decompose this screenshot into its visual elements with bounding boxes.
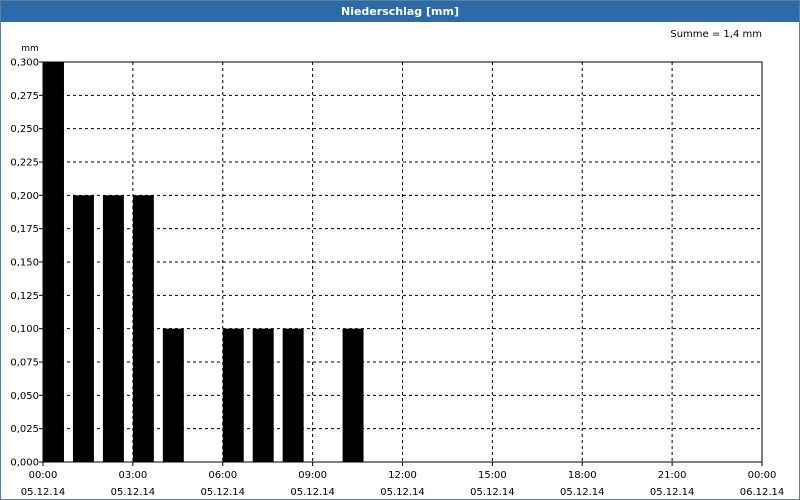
y-tick-label: 0,225 — [10, 158, 39, 169]
y-tick-label: 0,075 — [10, 358, 39, 369]
precipitation-bar — [102, 195, 124, 463]
y-tick-labels: 0,000 0,025 0,050 0,075 0,100 0,125 0,150 0,175… — [10, 58, 39, 469]
precipitation-bar — [252, 328, 274, 462]
x-tick-time: 00:00 — [29, 470, 58, 481]
y-tick-label: 0,200 — [10, 191, 39, 202]
precipitation-bar — [222, 328, 244, 462]
x-tick-time: 06:00 — [208, 470, 237, 481]
x-tick-date: 05.12.14 — [111, 487, 156, 498]
y-axis-unit: mm — [21, 44, 39, 54]
x-tick-time: 18:00 — [568, 470, 597, 481]
precipitation-chart: Summe = 1,4 mm mm 0,0000,0250,0500,0750,… — [10, 29, 785, 498]
y-tick-label: 0,275 — [10, 91, 39, 102]
x-tick-time: 03:00 — [118, 470, 147, 481]
y-tick-label: 0,100 — [10, 324, 39, 335]
precipitation-bar — [162, 328, 184, 462]
x-tick-time: 21:00 — [658, 470, 687, 481]
x-tick-time: 00:00 — [748, 470, 777, 481]
x-tick-date: 05.12.14 — [560, 487, 605, 498]
y-tick-label: 0,250 — [10, 124, 39, 135]
x-tick-date: 05.12.14 — [470, 487, 515, 498]
x-tick-date: 06.12.14 — [740, 487, 785, 498]
x-tick-time: 09:00 — [298, 470, 327, 481]
x-tick-labels: 00:00 05.12.14 03:00 05.12.14 06:00 05.12.14 0… — [21, 470, 785, 498]
precipitation-bar — [282, 328, 304, 462]
chart-window: Niederschlag [mm] Summe = 1,4 mm mm 0,00… — [0, 0, 800, 500]
precipitation-bar — [342, 328, 364, 462]
x-tick-date: 05.12.14 — [650, 487, 695, 498]
y-tick-label: 0,300 — [10, 58, 39, 69]
sum-label: Summe = 1,4 mm — [670, 29, 762, 40]
y-tick-label: 0,150 — [10, 258, 39, 269]
y-tick-label: 0,000 — [10, 458, 39, 469]
x-tick-date: 05.12.14 — [21, 487, 66, 498]
y-tick-label: 0,050 — [10, 391, 39, 402]
x-tick-time: 15:00 — [478, 470, 507, 481]
x-tick-date: 05.12.14 — [200, 487, 245, 498]
precipitation-bar — [43, 62, 64, 462]
y-tick-label: 0,125 — [10, 291, 39, 302]
y-tick-label: 0,025 — [10, 424, 39, 435]
precipitation-bar — [132, 195, 154, 463]
precipitation-bar — [72, 195, 94, 463]
x-tick-time: 12:00 — [388, 470, 417, 481]
x-tick-date: 05.12.14 — [290, 487, 335, 498]
y-tick-label: 0,175 — [10, 224, 39, 235]
window-title: Niederschlag [mm] — [1, 1, 799, 22]
x-tick-date: 05.12.14 — [380, 487, 425, 498]
